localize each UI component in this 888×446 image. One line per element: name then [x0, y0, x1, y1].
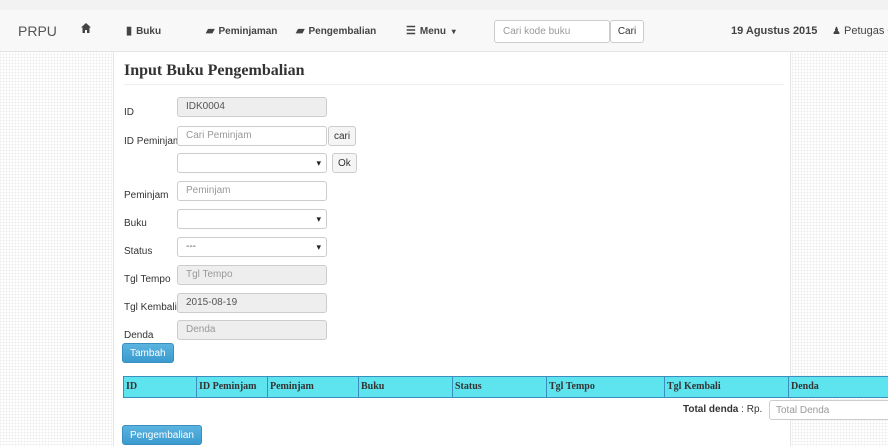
- nav-item-pengembalian[interactable]: ▰ Pengembalian: [296, 10, 376, 53]
- denda-field[interactable]: Denda: [177, 320, 327, 340]
- tgl-kembali-label: Tgl Kembali: [124, 302, 177, 313]
- table-header-cell: Status: [452, 377, 482, 397]
- nav-item-buku[interactable]: ▮ Buku: [126, 10, 161, 53]
- table-header-cell: ID: [126, 381, 138, 392]
- pengembalian-button[interactable]: Pengembalian: [122, 425, 202, 445]
- tgl-kembali-field[interactable]: 2015-08-19: [177, 293, 327, 313]
- home-icon[interactable]: [80, 22, 92, 34]
- table-header-cell: Denda: [788, 377, 819, 397]
- return-table-header: ID ID Peminjam Peminjam Buku Status Tgl …: [123, 376, 888, 398]
- nav-item-label: Peminjaman: [218, 26, 278, 37]
- ok-button[interactable]: Ok: [332, 153, 357, 173]
- cari-peminjam-button[interactable]: cari: [328, 126, 357, 146]
- search-input[interactable]: [494, 20, 610, 43]
- table-header-cell: Buku: [358, 377, 384, 397]
- tambah-button[interactable]: Tambah: [122, 343, 174, 363]
- table-header-cell: Peminjam: [267, 377, 314, 397]
- folder-open-icon: ▰: [296, 25, 305, 37]
- id-label: ID: [124, 107, 134, 118]
- user-icon: ♟: [832, 26, 841, 37]
- book-icon: ▮: [126, 25, 133, 37]
- table-header-cell: Tgl Tempo: [546, 377, 595, 397]
- id-field[interactable]: IDK0004: [177, 97, 327, 117]
- peminjam-select[interactable]: [177, 153, 327, 173]
- id-peminjam-label: ID Peminjam: [124, 136, 182, 147]
- denda-label: Denda: [124, 330, 154, 341]
- total-denda-label: Total denda : Rp.: [683, 404, 763, 415]
- buku-label: Buku: [124, 218, 147, 229]
- table-header-cell: Tgl Kembali: [664, 377, 721, 397]
- id-peminjam-field[interactable]: Cari Peminjam: [177, 126, 327, 146]
- nav-menu-dropdown[interactable]: ☰ Menu ▾: [406, 10, 456, 53]
- folder-open-icon: ▰: [206, 25, 215, 37]
- peminjam-label: Peminjam: [124, 190, 169, 201]
- search-button[interactable]: Cari: [610, 20, 644, 43]
- status-select[interactable]: ---: [177, 237, 327, 257]
- nav-item-label: Menu: [419, 26, 446, 37]
- status-label: Status: [124, 246, 153, 257]
- nav-item-label: Buku: [136, 26, 162, 37]
- user-menu[interactable]: ♟ Petugas ▾: [832, 10, 888, 53]
- table-header-cell: ID Peminjam: [196, 377, 257, 397]
- buku-select[interactable]: [177, 209, 327, 229]
- navbar: PRPU ▮ Buku ▰ Peminjaman ▰ Pengembalian ☰ Me…: [0, 10, 888, 52]
- tgl-tempo-field[interactable]: Tgl Tempo: [177, 265, 327, 285]
- page-title: Input Buku Pengembalian: [124, 62, 305, 79]
- total-denda-input[interactable]: [769, 400, 888, 420]
- tgl-tempo-label: Tgl Tempo: [124, 274, 171, 285]
- user-name: Petugas: [844, 25, 885, 37]
- caret-down-icon: ▾: [451, 27, 456, 36]
- nav-item-label: Pengembalian: [308, 26, 377, 37]
- title-divider: [124, 84, 784, 85]
- brand-logo[interactable]: PRPU: [18, 10, 57, 52]
- current-date: 19 Agustus 2015: [731, 25, 818, 37]
- nav-item-peminjaman[interactable]: ▰ Peminjaman: [206, 10, 277, 53]
- list-icon: ☰: [406, 25, 416, 37]
- peminjam-field[interactable]: Peminjam: [177, 181, 327, 201]
- browser-top-strip: [0, 0, 888, 10]
